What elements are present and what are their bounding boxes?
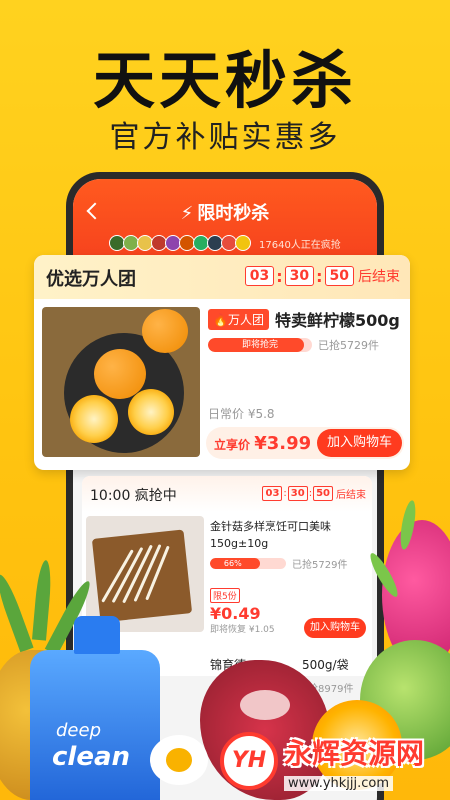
group-tag-text: 万人团	[227, 312, 264, 327]
timer-label: 后结束	[336, 490, 366, 501]
session-header: 10:00 疯抢中 03 : 30 : 50 后结束	[82, 476, 372, 512]
sold-count: 已抢5729件	[292, 560, 348, 571]
timer-seconds: 50	[313, 486, 333, 501]
egg-illustration	[150, 735, 208, 785]
screen-title: ⚡ 限时秒杀	[73, 199, 377, 225]
watermark-logo: YH	[220, 732, 278, 790]
bottle-cap	[74, 616, 120, 654]
countdown-timer: 03 : 30 : 50 后结束	[244, 266, 400, 286]
timer-separator: :	[308, 488, 313, 499]
progress-label: 即将抢完	[241, 340, 278, 350]
leaf-shape	[397, 499, 419, 551]
progress-label: 66%	[223, 559, 242, 568]
instant-price: 立享价 ¥3.99	[214, 433, 311, 454]
live-buyers-count: 17640人正在疯抢	[259, 239, 341, 251]
add-to-cart-button[interactable]: 加入购物车	[304, 618, 366, 638]
avatar	[235, 235, 251, 251]
progress-bar: 即将抢完	[208, 338, 312, 352]
product-title-row: 🔥万人团 特卖鲜柠檬500g	[208, 307, 400, 331]
bottle-label-deep: deep	[56, 720, 101, 741]
watermark-text: 永辉资源网 www.yhkjjj.com	[284, 732, 424, 791]
screen-title-text: 限时秒杀	[197, 203, 270, 224]
detergent-bottle-illustration: deep clean	[30, 616, 160, 800]
group-buy-card[interactable]: 优选万人团 03 : 30 : 50 后结束 🔥万人团 特卖鲜柠檬500g 即将…	[34, 255, 410, 470]
session-countdown: 03 : 30 : 50 后结束	[262, 486, 366, 501]
next-item-name-tail: 500g/袋	[302, 658, 349, 672]
group-tag: 🔥万人团	[208, 308, 269, 330]
buyer-avatars: 17640人正在疯抢	[109, 235, 341, 251]
item-price: ¥0.49	[210, 604, 261, 623]
watermark: YH 永辉资源网 www.yhkjjj.com	[220, 728, 446, 794]
product-name[interactable]: 特卖鲜柠檬500g	[275, 307, 400, 331]
item-price-value: ¥0.49	[210, 604, 261, 623]
hero-title: 天天秒杀	[92, 44, 357, 117]
session-title[interactable]: 10:00 疯抢中	[90, 485, 177, 505]
orange-half-shape	[128, 389, 174, 435]
restore-price: 即将恢复 ¥1.05	[210, 625, 275, 635]
progress-bar: 66%	[210, 558, 286, 569]
lemon-product-image[interactable]	[42, 307, 200, 457]
instant-price-value: ¥3.99	[254, 432, 312, 454]
session-card: 10:00 疯抢中 03 : 30 : 50 后结束 金针菇多样烹饪可口美味15…	[82, 476, 372, 695]
orange-half-shape	[70, 395, 118, 443]
item-progress: 66% 已抢5729件	[210, 556, 347, 571]
add-to-cart-button[interactable]: 加入购物车	[316, 429, 402, 457]
timer-hours: 03	[262, 486, 283, 501]
buy-row: 立享价 ¥3.99 加入购物车	[206, 427, 404, 459]
cutting-board-shape	[91, 529, 193, 623]
leaf-shape	[32, 559, 53, 641]
timer-minutes: 30	[287, 486, 308, 501]
regular-price: 日常价 ¥5.8	[208, 407, 275, 421]
lightning-icon: ⚡	[180, 203, 194, 224]
sale-progress: 即将抢完 已抢5729件	[208, 337, 379, 353]
hero-subtitle: 官方补贴实惠多	[109, 120, 341, 155]
timer-separator: :	[276, 266, 283, 286]
leaf-shape	[0, 572, 34, 653]
timer-label: 后结束	[358, 269, 400, 285]
limit-tag: 限5份	[210, 588, 240, 603]
mushroom-product-image[interactable]	[86, 516, 204, 632]
group-buy-title: 优选万人团	[46, 269, 136, 290]
timer-seconds: 50	[324, 266, 354, 286]
group-buy-header: 优选万人团 03 : 30 : 50 后结束	[34, 255, 410, 299]
timer-minutes: 30	[284, 266, 315, 286]
sold-count: 已抢5729件	[318, 339, 379, 352]
orange-shape	[142, 309, 188, 353]
timer-separator: :	[283, 488, 287, 499]
watermark-url: www.yhkjjj.com	[284, 775, 394, 791]
instant-label: 立享价	[214, 437, 251, 452]
fat-marbling	[240, 690, 290, 720]
egg-yolk	[166, 748, 192, 772]
bottle-label-clean: clean	[52, 742, 131, 772]
watermark-title: 永辉资源网	[284, 736, 425, 770]
group-buy-product: 🔥万人团 特卖鲜柠檬500g 即将抢完 已抢5729件 日常价 ¥5.8 立享价…	[34, 299, 410, 470]
item-name[interactable]: 金针菇多样烹饪可口美味150g±10g	[210, 518, 360, 552]
timer-separator: :	[316, 266, 323, 286]
timer-hours: 03	[244, 266, 275, 286]
